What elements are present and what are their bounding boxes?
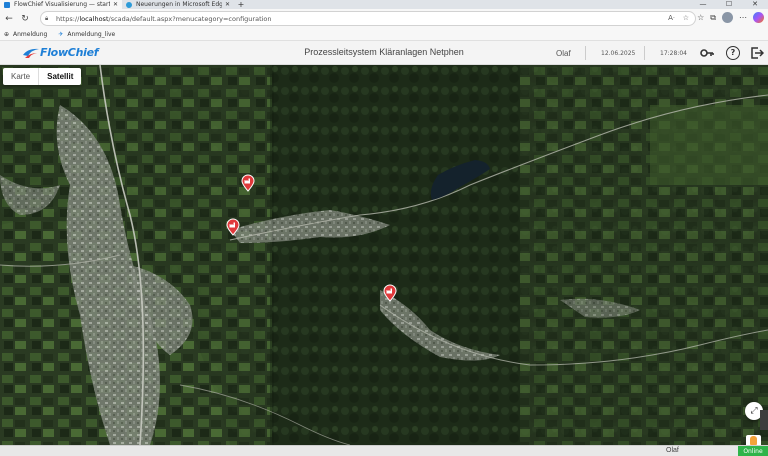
header-date: 12.06.2025 (601, 50, 636, 57)
maximize-button[interactable]: ☐ (716, 0, 742, 9)
back-arrow-icon[interactable]: ← (2, 14, 16, 24)
page-title: Prozessleitsystem Kläranlagen Netphen (304, 47, 464, 57)
flowchief-icon: ✈ (58, 31, 64, 38)
new-tab-button[interactable]: + (234, 0, 248, 9)
fullscreen-icon: ⤢ (750, 406, 758, 416)
url-host: localhost (79, 14, 109, 23)
tab-close-icon[interactable]: ✕ (113, 1, 118, 8)
minimize-button[interactable]: — (690, 0, 716, 9)
edge-favicon-icon (126, 1, 132, 8)
favorites-icon[interactable]: ☆ (697, 13, 704, 22)
map-side-panel-tab[interactable] (760, 410, 768, 430)
read-aloud-icon[interactable]: Aᐧ (668, 14, 675, 22)
tab-label: FlowChief Visualisierung — startseite (14, 1, 110, 8)
status-user: Olaf (666, 447, 679, 454)
pegman-icon (750, 436, 757, 445)
key-icon[interactable] (700, 46, 714, 60)
favorite-anmeldung[interactable]: ⊕ Anmeldung (3, 31, 47, 38)
lock-icon: 🔒︎ (45, 14, 49, 22)
tab-label: Neuerungen in Microsoft Edge (136, 1, 222, 8)
plant-marker-1[interactable] (241, 174, 255, 192)
url-prefix: https:// (56, 14, 80, 23)
url-path: /scada/default.aspx?menucategory=configu… (108, 14, 272, 23)
favorite-label: Anmeldung (13, 31, 48, 38)
more-menu-icon[interactable]: ⋯ (739, 13, 747, 22)
map-type-karte-button[interactable]: Karte (3, 68, 38, 85)
favorite-anmeldung-live[interactable]: ✈ Anmeldung_live (57, 31, 115, 38)
map-type-satellit-button[interactable]: Satellit (38, 68, 81, 85)
header-user-name[interactable]: Olaf (556, 49, 571, 58)
url-field[interactable]: 🔒︎ https://localhost/scada/default.aspx?… (40, 11, 696, 26)
tab-close-icon[interactable]: ✕ (225, 1, 230, 8)
favorites-bar: ⊕ Anmeldung ✈ Anmeldung_live (0, 29, 768, 41)
header-divider (644, 46, 645, 60)
reload-icon[interactable]: ↻ (18, 14, 32, 24)
help-icon[interactable]: ? (726, 46, 740, 60)
collections-icon[interactable]: ⧉ (710, 13, 716, 23)
browser-tab-bar: FlowChief Visualisierung — startseite ✕ … (0, 0, 768, 9)
header-divider (585, 46, 586, 60)
online-status-badge: Online (738, 446, 768, 456)
plant-marker-3[interactable] (383, 284, 397, 302)
header-time: 17:28:04 (660, 50, 687, 57)
address-bar-row: ← ↻ 🔒︎ https://localhost/scada/default.a… (0, 9, 768, 29)
toolbar-right: ☆ ⧉ ⋯ (697, 12, 764, 23)
status-bar: Olaf Online (0, 445, 768, 456)
flowchief-favicon-icon (4, 1, 10, 8)
window-controls: — ☐ ✕ (690, 0, 768, 9)
logout-icon[interactable] (750, 46, 765, 60)
map-type-toggle: Karte Satellit (3, 68, 82, 85)
app-header: FlowChief Prozessleitsystem Kläranlagen … (0, 41, 768, 65)
tab-flowchief[interactable]: FlowChief Visualisierung — startseite ✕ (0, 0, 122, 9)
favorite-label: Anmeldung_live (67, 31, 116, 38)
url-actions: Aᐧ ☆ (668, 14, 689, 22)
plant-marker-2[interactable] (226, 218, 240, 236)
globe-icon: ⊕ (3, 31, 10, 38)
tab-edge-news[interactable]: Neuerungen in Microsoft Edge ✕ (122, 0, 234, 9)
profile-avatar-icon[interactable] (722, 12, 733, 23)
favorite-star-icon[interactable]: ☆ (683, 14, 689, 22)
close-window-button[interactable]: ✕ (742, 0, 768, 9)
map-imagery (0, 65, 768, 445)
copilot-icon[interactable] (753, 12, 764, 23)
satellite-map[interactable] (0, 65, 768, 445)
